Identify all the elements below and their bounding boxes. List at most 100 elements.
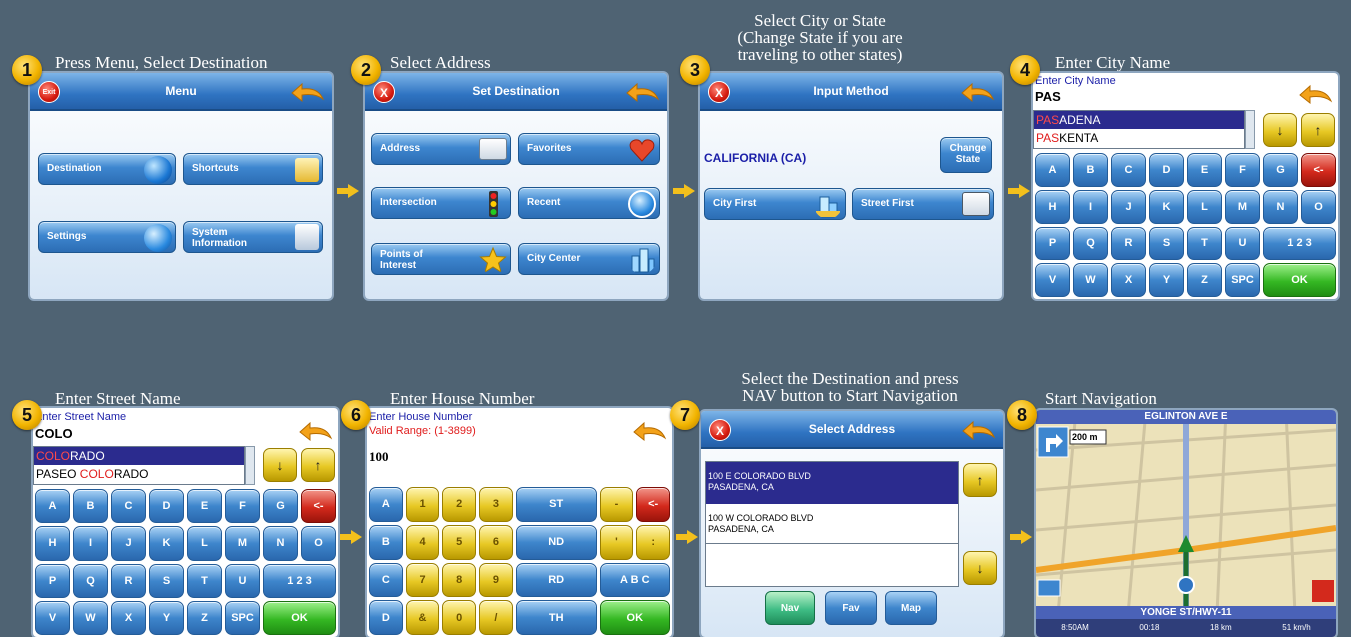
key-a[interactable]: A (369, 487, 403, 522)
key-a[interactable]: A (1035, 153, 1070, 187)
back-arrow-icon[interactable] (958, 79, 996, 105)
key-9[interactable]: 9 (479, 562, 513, 598)
house-number-input[interactable]: 100 (369, 450, 389, 464)
key-g[interactable]: G (1263, 153, 1298, 187)
ok-key[interactable]: OK (1263, 263, 1336, 297)
key-th[interactable]: TH (515, 600, 597, 635)
key-b[interactable]: B (73, 489, 108, 524)
key-r[interactable]: R (1111, 226, 1146, 261)
key-c[interactable]: C (369, 562, 403, 598)
key-y[interactable]: Y (149, 600, 184, 635)
key-i[interactable]: I (1073, 189, 1108, 224)
key-o[interactable]: O (301, 526, 336, 561)
key-st[interactable]: ST (515, 487, 597, 522)
key-d[interactable]: D (149, 489, 184, 524)
key-p[interactable]: P (35, 563, 70, 598)
key-0[interactable]: 0 (442, 600, 477, 635)
key-r[interactable]: R (111, 563, 146, 598)
key-a[interactable]: A (35, 489, 70, 524)
address-button[interactable]: Address (371, 133, 511, 165)
ok-key[interactable]: OK (263, 600, 336, 635)
city-center-button[interactable]: City Center (518, 243, 660, 275)
map-button[interactable]: Map (885, 591, 937, 625)
key-b[interactable]: B (369, 524, 403, 560)
key-u[interactable]: U (1225, 226, 1260, 261)
key-o[interactable]: O (1301, 189, 1336, 224)
key-i[interactable]: I (73, 526, 108, 561)
back-arrow-icon[interactable] (1296, 81, 1334, 107)
key-n[interactable]: N (1263, 189, 1298, 224)
key-q[interactable]: Q (1073, 226, 1108, 261)
key-v[interactable]: V (35, 600, 70, 635)
city-input-field[interactable]: PAS (1035, 90, 1061, 104)
scroll-up-button[interactable]: ↑ (963, 463, 997, 497)
ok-key[interactable]: OK (599, 600, 670, 635)
back-arrow-icon[interactable] (623, 79, 661, 105)
key-d[interactable]: D (369, 600, 403, 635)
numbers-key[interactable]: 1 2 3 (1263, 226, 1336, 261)
key-rd[interactable]: RD (515, 562, 597, 598)
key-e[interactable]: E (1187, 153, 1222, 187)
key-x[interactable]: X (1111, 263, 1146, 297)
key-apostrophe[interactable]: ' (599, 524, 634, 560)
list-scrollbar[interactable] (1245, 110, 1255, 149)
key-c[interactable]: C (1111, 153, 1146, 187)
street-input-field[interactable]: COLO (35, 427, 73, 441)
key-q[interactable]: Q (73, 563, 108, 598)
scroll-up-button[interactable]: ↑ (1301, 113, 1335, 147)
key-m[interactable]: M (1225, 189, 1260, 224)
key-slash[interactable]: / (479, 600, 513, 635)
list-item[interactable]: PASADENA (1034, 111, 1244, 129)
key-m[interactable]: M (225, 526, 260, 561)
system-information-button[interactable]: System Information (183, 221, 323, 253)
backspace-key[interactable]: <- (1301, 153, 1336, 187)
key-8[interactable]: 8 (442, 562, 477, 598)
key-s[interactable]: S (149, 563, 184, 598)
key-l[interactable]: L (1187, 189, 1222, 224)
key-w[interactable]: W (73, 600, 108, 635)
key-h[interactable]: H (1035, 189, 1070, 224)
list-item[interactable]: PASKENTA (1034, 129, 1244, 147)
key-h[interactable]: H (35, 526, 70, 561)
key-2[interactable]: 2 (442, 487, 477, 522)
key-l[interactable]: L (187, 526, 222, 561)
destination-button[interactable]: Destination (38, 153, 176, 185)
intersection-button[interactable]: Intersection (371, 187, 511, 219)
numbers-key[interactable]: 1 2 3 (263, 563, 336, 598)
key-4[interactable]: 4 (405, 524, 440, 560)
key-t[interactable]: T (187, 563, 222, 598)
points-of-interest-button[interactable]: Points of Interest (371, 243, 511, 275)
street-map[interactable] (1036, 410, 1336, 637)
scroll-down-button[interactable]: ↓ (963, 551, 997, 585)
key-n[interactable]: N (263, 526, 298, 561)
key-f[interactable]: F (1225, 153, 1260, 187)
key-k[interactable]: K (149, 526, 184, 561)
back-arrow-icon[interactable] (630, 418, 668, 444)
city-first-button[interactable]: City First (704, 188, 846, 220)
space-key[interactable]: SPC (1225, 263, 1260, 297)
nav-button[interactable]: Nav (765, 591, 815, 625)
backspace-key[interactable]: <- (301, 489, 336, 524)
recent-button[interactable]: Recent (518, 187, 660, 219)
key-t[interactable]: T (1187, 226, 1222, 261)
key-x[interactable]: X (111, 600, 146, 635)
key-7[interactable]: 7 (405, 562, 440, 598)
shortcuts-button[interactable]: Shortcuts (183, 153, 323, 185)
backspace-key[interactable]: <- (636, 487, 670, 522)
key-3[interactable]: 3 (479, 487, 513, 522)
key-dash[interactable]: - (599, 487, 634, 522)
key-b[interactable]: B (1073, 153, 1108, 187)
key-nd[interactable]: ND (515, 524, 597, 560)
key-z[interactable]: Z (1187, 263, 1222, 297)
key-v[interactable]: V (1035, 263, 1070, 297)
space-key[interactable]: SPC (225, 600, 260, 635)
key-e[interactable]: E (187, 489, 222, 524)
key-d[interactable]: D (1149, 153, 1184, 187)
key-1[interactable]: 1 (405, 487, 440, 522)
key-g[interactable]: G (263, 489, 298, 524)
favorites-button[interactable]: Favorites (518, 133, 660, 165)
key-j[interactable]: J (111, 526, 146, 561)
street-first-button[interactable]: Street First (852, 188, 994, 220)
list-item[interactable]: 100 W COLORADO BLVD PASADENA, CA (706, 504, 958, 544)
key-w[interactable]: W (1073, 263, 1108, 297)
